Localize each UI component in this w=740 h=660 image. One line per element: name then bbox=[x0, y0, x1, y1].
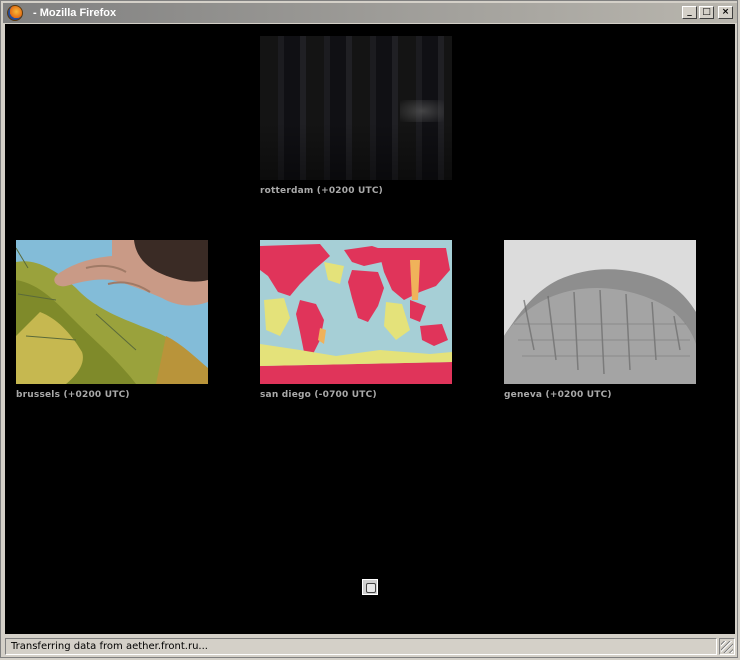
browser-window: - Mozilla Firefox _ □ × rotterdam (+0200… bbox=[0, 0, 738, 658]
loading-icon-inner bbox=[366, 583, 376, 593]
resize-grip-icon[interactable] bbox=[721, 641, 733, 653]
page-content: rotterdam (+0200 UTC) brussels (+0200 UT… bbox=[5, 24, 735, 634]
camera-geneva[interactable]: geneva (+0200 UTC) bbox=[504, 240, 696, 400]
globe-hand-image bbox=[16, 240, 208, 384]
webcam-image-sandiego[interactable] bbox=[260, 240, 452, 384]
webcam-image-geneva[interactable] bbox=[504, 240, 696, 384]
camera-brussels[interactable]: brussels (+0200 UTC) bbox=[16, 240, 208, 400]
world-map-image bbox=[260, 240, 452, 384]
status-text: Transferring data from aether.front.ru..… bbox=[5, 638, 717, 655]
status-panel bbox=[719, 638, 735, 655]
title-bar[interactable]: - Mozilla Firefox _ □ × bbox=[3, 3, 737, 23]
firefox-icon[interactable] bbox=[7, 5, 23, 21]
webcam-image-brussels[interactable] bbox=[16, 240, 208, 384]
loading-icon bbox=[362, 579, 378, 595]
camera-rotterdam[interactable]: rotterdam (+0200 UTC) bbox=[260, 36, 452, 196]
camera-label-geneva: geneva (+0200 UTC) bbox=[504, 390, 612, 400]
image-highlight bbox=[400, 100, 444, 122]
camera-sandiego[interactable]: san diego (-0700 UTC) bbox=[260, 240, 452, 400]
webcam-image-rotterdam[interactable] bbox=[260, 36, 452, 180]
status-bar: Transferring data from aether.front.ru..… bbox=[3, 636, 737, 656]
window-title: - Mozilla Firefox bbox=[33, 7, 117, 19]
grayscale-surface-image bbox=[504, 240, 696, 384]
camera-label-sandiego: san diego (-0700 UTC) bbox=[260, 390, 377, 400]
minimize-button[interactable]: _ bbox=[682, 6, 697, 19]
window-controls: _ □ × bbox=[682, 6, 733, 19]
close-button[interactable]: × bbox=[718, 6, 733, 19]
camera-label-brussels: brussels (+0200 UTC) bbox=[16, 390, 130, 400]
maximize-button[interactable]: □ bbox=[699, 6, 714, 19]
camera-label-rotterdam: rotterdam (+0200 UTC) bbox=[260, 186, 383, 196]
